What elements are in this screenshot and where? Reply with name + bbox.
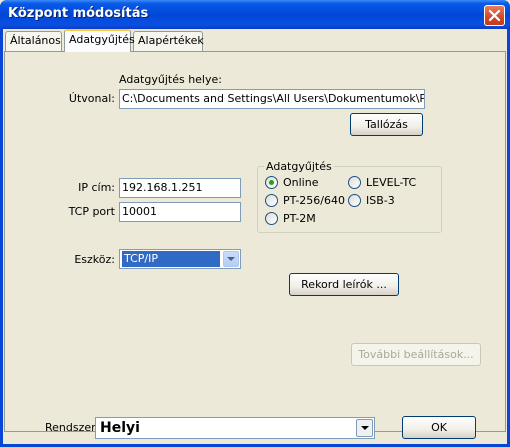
ok-button[interactable]: OK [402, 416, 476, 439]
radio-button-icon [265, 176, 278, 189]
collection-group-title: Adatgyűjtés [264, 160, 334, 173]
device-select-value: TCP/IP [122, 251, 220, 267]
dialog-window: Központ módosítás Általános Adatgyűjtés … [0, 0, 510, 447]
radio-pt-2m[interactable]: PT-2M [265, 212, 316, 225]
dialog-body: Általános Adatgyűjtés Alapértékek Adatgy… [3, 29, 507, 444]
radio-label: PT-2M [283, 212, 316, 225]
close-button[interactable] [484, 5, 505, 26]
tab-label: Általános [10, 34, 61, 47]
tab-data-collection[interactable]: Adatgyűjtés [64, 29, 135, 52]
device-select[interactable]: TCP/IP [119, 249, 241, 269]
record-descriptors-button[interactable]: Rekord leírók ... [289, 273, 399, 296]
radio-label: ISB-3 [366, 194, 395, 207]
chevron-down-icon[interactable] [356, 419, 373, 437]
radio-isb-3[interactable]: ISB-3 [348, 194, 395, 207]
more-settings-button[interactable]: További beállítások... [351, 343, 481, 366]
window-title: Központ módosítás [8, 6, 149, 21]
radio-level-tc[interactable]: LEVEL-TC [348, 176, 416, 189]
path-label: Útvonal: [68, 92, 115, 105]
collection-groupbox: Adatgyűjtés Online LEVEL-TC PT-256/640 I… [257, 160, 442, 233]
radio-label: Online [283, 176, 319, 189]
port-label: TCP port [68, 205, 115, 218]
radio-label: PT-256/640 [283, 194, 346, 207]
system-select[interactable]: Helyi [95, 417, 375, 439]
tab-defaults[interactable]: Alapértékek [133, 31, 204, 51]
tab-label: Adatgyűjtés [69, 33, 135, 46]
browse-button[interactable]: Tallózás [350, 113, 423, 136]
ip-label: IP cím: [78, 181, 115, 194]
close-icon [488, 9, 501, 22]
radio-button-icon [348, 194, 361, 207]
port-field[interactable]: 10001 [119, 202, 241, 222]
ip-field[interactable]: 192.168.1.251 [119, 178, 241, 198]
system-select-value: Helyi [100, 420, 140, 436]
device-label: Eszköz: [74, 253, 115, 266]
path-field[interactable]: C:\Documents and Settings\All Users\Doku… [119, 89, 425, 109]
system-label: Rendszer: [45, 421, 100, 434]
radio-button-icon [348, 176, 361, 189]
chevron-down-icon[interactable] [223, 251, 239, 267]
path-section-label: Adatgyűjtés helye: [119, 73, 222, 86]
radio-button-icon [265, 194, 278, 207]
tab-panel: Adatgyűjtés helye: Útvonal: C:\Documents… [4, 51, 506, 432]
radio-button-icon [265, 212, 278, 225]
tab-label: Alapértékek [138, 34, 204, 47]
title-bar[interactable]: Központ módosítás [0, 0, 510, 29]
radio-label: LEVEL-TC [366, 176, 417, 189]
tab-general[interactable]: Általános [5, 31, 62, 51]
radio-online[interactable]: Online [265, 176, 318, 189]
radio-pt-256-640[interactable]: PT-256/640 [265, 194, 345, 207]
